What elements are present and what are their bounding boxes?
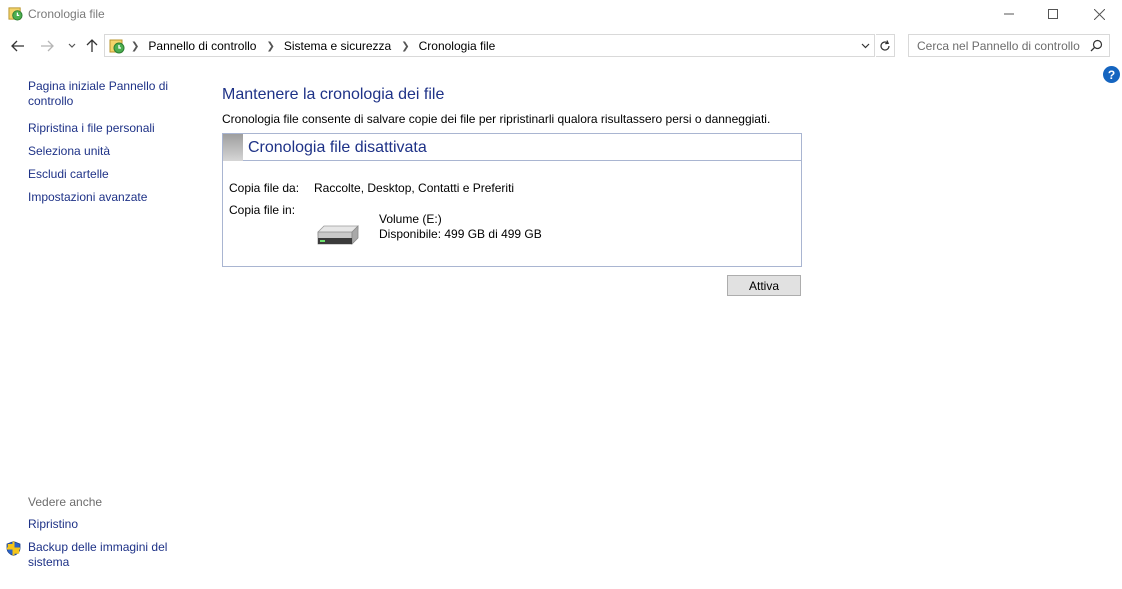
chevron-right-icon[interactable]: ❯ xyxy=(266,41,274,52)
help-icon[interactable]: ? xyxy=(1103,66,1120,83)
back-button[interactable] xyxy=(8,36,28,56)
search-input[interactable] xyxy=(909,35,1089,56)
address-bar[interactable]: ❯ Pannello di controllo ❯ Sistema e sicu… xyxy=(104,34,875,57)
drive-name: Volume (E:) xyxy=(379,212,442,226)
maximize-icon xyxy=(1048,9,1058,19)
page-title: Mantenere la cronologia dei file xyxy=(222,86,445,103)
file-history-icon xyxy=(8,7,23,21)
copy-from-label: Copia file da: xyxy=(229,181,300,195)
chevron-right-icon[interactable]: ❯ xyxy=(401,41,409,52)
drive-icon xyxy=(317,225,359,245)
status-panel: Cronologia file disattivata Copia file d… xyxy=(222,133,802,267)
close-icon xyxy=(1093,8,1105,20)
chevron-down-icon xyxy=(68,43,76,48)
arrow-left-icon xyxy=(11,40,24,52)
shield-icon xyxy=(6,541,21,556)
copy-to-label: Copia file in: xyxy=(229,203,296,217)
see-also-title: Vedere anche xyxy=(28,495,103,509)
navigation-bar: ❯ Pannello di controllo ❯ Sistema e sicu… xyxy=(0,32,1122,60)
control-panel-home-link[interactable]: Pagina iniziale Pannello di controllo xyxy=(28,79,173,109)
maximize-button[interactable] xyxy=(1030,0,1076,28)
drive-free-space: Disponibile: 499 GB di 499 GB xyxy=(379,227,542,241)
window-title: Cronologia file xyxy=(28,7,105,21)
chevron-down-icon xyxy=(861,43,869,49)
system-image-backup-link[interactable]: Backup delle immagini del sistema xyxy=(28,540,178,570)
select-drive-link[interactable]: Seleziona unità xyxy=(28,144,198,159)
forward-button[interactable] xyxy=(37,36,57,56)
breadcrumb-file-history[interactable]: Cronologia file xyxy=(419,39,496,53)
breadcrumb: ❯ Pannello di controllo ❯ Sistema e sicu… xyxy=(129,39,495,53)
exclude-folders-link[interactable]: Escludi cartelle xyxy=(28,167,198,182)
breadcrumb-control-panel[interactable]: Pannello di controllo xyxy=(148,39,256,53)
breadcrumb-system-security[interactable]: Sistema e sicurezza xyxy=(284,39,391,53)
status-indicator xyxy=(223,134,243,161)
activate-button[interactable]: Attiva xyxy=(727,275,801,296)
chevron-right-icon: ❯ xyxy=(131,40,140,52)
recent-locations-button[interactable] xyxy=(62,36,82,56)
status-title: Cronologia file disattivata xyxy=(248,139,427,156)
restore-personal-files-link[interactable]: Ripristina i file personali xyxy=(28,121,198,136)
refresh-button[interactable] xyxy=(876,34,895,57)
recovery-link[interactable]: Ripristino xyxy=(28,517,198,532)
file-history-icon xyxy=(109,39,125,54)
minimize-icon xyxy=(1004,13,1014,15)
status-header: Cronologia file disattivata xyxy=(223,134,801,161)
close-button[interactable] xyxy=(1076,0,1122,28)
arrow-right-icon xyxy=(41,40,54,52)
refresh-icon xyxy=(880,39,890,51)
search-icon[interactable] xyxy=(1090,39,1103,52)
left-pane: Pagina iniziale Pannello di controllo Ri… xyxy=(28,79,198,213)
minimize-button[interactable] xyxy=(986,0,1032,28)
search-box[interactable] xyxy=(908,34,1110,57)
up-button[interactable] xyxy=(82,36,102,56)
title-bar: Cronologia file xyxy=(0,0,1122,28)
copy-from-value: Raccolte, Desktop, Contatti e Preferiti xyxy=(314,181,515,195)
advanced-settings-link[interactable]: Impostazioni avanzate xyxy=(28,190,198,205)
address-dropdown-button[interactable] xyxy=(858,38,872,54)
page-description: Cronologia file consente di salvare copi… xyxy=(222,112,771,126)
arrow-up-icon xyxy=(86,39,98,52)
see-also-section: Vedere anche Ripristino Backup delle imm… xyxy=(28,495,198,578)
